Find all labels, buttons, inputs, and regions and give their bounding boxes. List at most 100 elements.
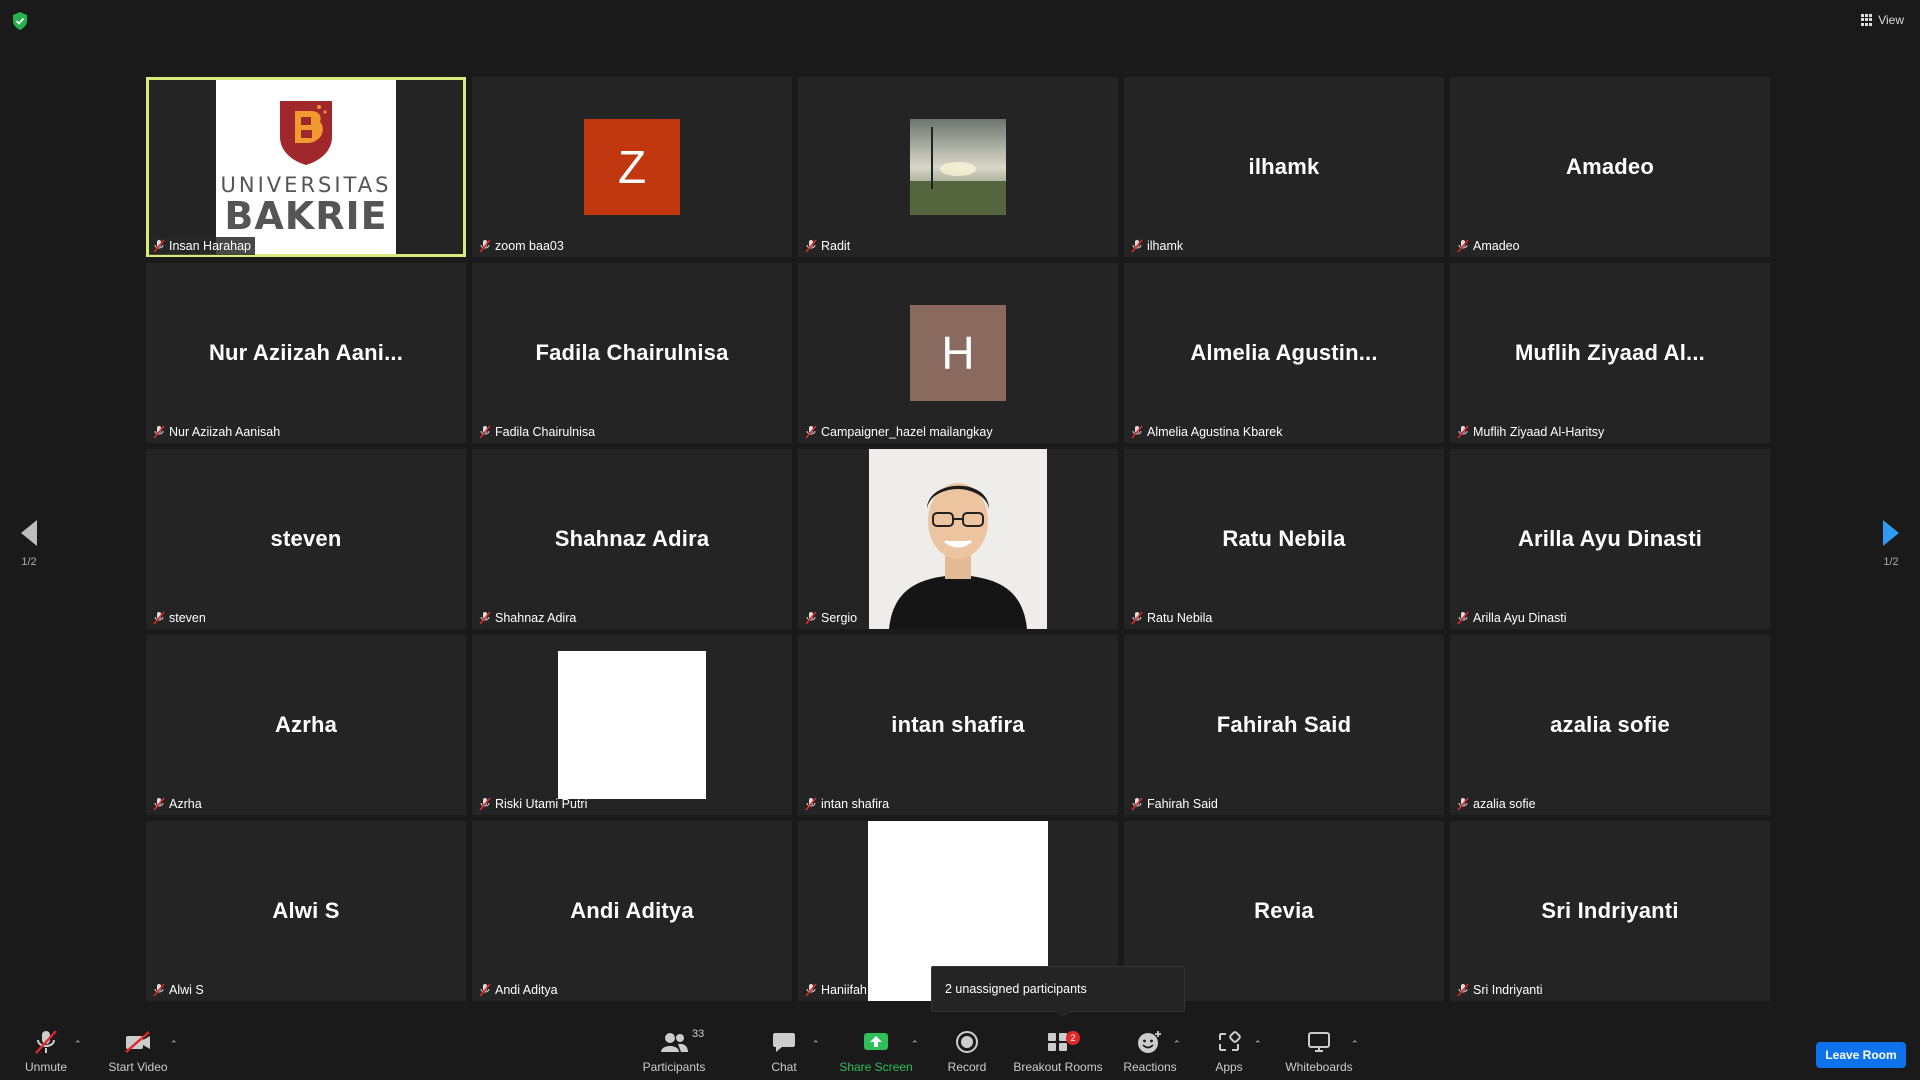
participant-name: Sri Indriyanti <box>1473 983 1543 997</box>
participant-tile[interactable]: Riski Utami Putri <box>472 635 792 815</box>
participant-name-tag: Sri Indriyanti <box>1453 981 1546 999</box>
previous-page-button[interactable]: 1/2 <box>17 520 41 568</box>
breakout-rooms-badge: 2 <box>1066 1031 1080 1045</box>
grid-view-icon <box>1861 14 1873 26</box>
start-video-button[interactable]: Start Video <box>106 1024 170 1074</box>
participant-tile[interactable]: ilhamk ilhamk <box>1124 77 1444 257</box>
participant-name-tag: Muflih Ziyaad Al-Haritsy <box>1453 423 1608 441</box>
next-page-button[interactable]: 1/2 <box>1879 520 1903 568</box>
mic-off-icon <box>805 425 817 439</box>
participant-name: zoom baa03 <box>495 239 564 253</box>
record-label: Record <box>947 1060 987 1074</box>
share-options-caret[interactable]: ⌃ <box>911 1039 919 1050</box>
mic-off-icon <box>479 611 491 625</box>
participant-tile[interactable]: Shahnaz Adira Shahnaz Adira <box>472 449 792 629</box>
whiteboards-options-caret[interactable]: ⌃ <box>1351 1039 1359 1050</box>
record-button[interactable]: Record <box>948 1024 986 1074</box>
apps-label: Apps <box>1215 1060 1243 1074</box>
participant-tile[interactable]: UNIVERSITAS BAKRIE Insan Harahap <box>146 77 466 257</box>
whiteboards-button[interactable]: Whiteboards <box>1284 1024 1354 1074</box>
view-button[interactable]: View <box>1861 10 1904 30</box>
participant-tile[interactable]: Nur Aziizah Aani... Nur Aziizah Aanisah <box>146 263 466 443</box>
participant-name-tag: Riski Utami Putri <box>475 795 591 813</box>
apps-button[interactable]: Apps <box>1213 1024 1245 1074</box>
reactions-options-caret[interactable]: ⌃ <box>1173 1039 1181 1050</box>
security-shield-icon[interactable] <box>12 12 28 30</box>
mic-off-icon <box>479 983 491 997</box>
audio-options-caret[interactable]: ⌃ <box>74 1039 82 1050</box>
breakout-rooms-button[interactable]: 2 Breakout Rooms <box>1013 1024 1103 1074</box>
participant-name-tag: Radit <box>801 237 854 255</box>
participant-name: Arilla Ayu Dinasti <box>1473 611 1567 625</box>
mic-off-icon <box>805 611 817 625</box>
participant-name-tag: Almelia Agustina Kbarek <box>1127 423 1287 441</box>
share-screen-label: Share Screen <box>839 1060 913 1074</box>
participant-tile[interactable]: Z zoom baa03 <box>472 77 792 257</box>
participants-label: Participants <box>642 1060 706 1074</box>
participant-display-name: Shahnaz Adira <box>554 526 710 551</box>
share-screen-icon <box>864 1033 888 1050</box>
chat-button[interactable]: Chat <box>768 1024 800 1074</box>
participant-name-tag: Azrha <box>149 795 206 813</box>
participant-tile[interactable]: Fadila Chairulnisa Fadila Chairulnisa <box>472 263 792 443</box>
participant-tile[interactable]: Sri Indriyanti Sri Indriyanti <box>1450 821 1770 1001</box>
participant-display-name: azalia sofie <box>1550 712 1670 737</box>
participants-count: 33 <box>692 1028 705 1040</box>
participant-name-tag: Shahnaz Adira <box>475 609 580 627</box>
participant-name-tag: Ratu Nebila <box>1127 609 1216 627</box>
participant-name: Andi Aditya <box>495 983 558 997</box>
participant-name: Insan Harahap <box>169 239 252 253</box>
mic-off-icon <box>1457 611 1469 625</box>
breakout-rooms-label: Breakout Rooms <box>1013 1060 1103 1074</box>
participant-display-name: steven <box>270 526 342 551</box>
participant-tile[interactable]: Almelia Agustin... Almelia Agustina Kbar… <box>1124 263 1444 443</box>
participant-tile[interactable]: Amadeo Amadeo <box>1450 77 1770 257</box>
participant-name: Fahirah Said <box>1147 797 1218 811</box>
participant-tile[interactable]: Muflih Ziyaad Al... Muflih Ziyaad Al-Har… <box>1450 263 1770 443</box>
participant-tile[interactable]: Sergio <box>798 449 1118 629</box>
universitas-bakrie-logo: UNIVERSITAS BAKRIE <box>216 77 396 257</box>
mic-off-icon <box>1131 797 1143 811</box>
avatar: Z <box>584 119 680 215</box>
video-off-icon <box>125 1031 150 1053</box>
participant-tile[interactable]: Fahirah Said Fahirah Said <box>1124 635 1444 815</box>
mic-off-icon <box>805 797 817 811</box>
participant-tile[interactable]: Ratu Nebila Ratu Nebila <box>1124 449 1444 629</box>
participant-name-tag: ilhamk <box>1127 237 1187 255</box>
unmute-button[interactable]: Unmute <box>22 1024 70 1074</box>
participant-name-tag: Fadila Chairulnisa <box>475 423 599 441</box>
participant-tile[interactable]: Radit <box>798 77 1118 257</box>
participant-tile[interactable]: azalia sofie azalia sofie <box>1450 635 1770 815</box>
leave-room-button[interactable]: Leave Room <box>1816 1042 1906 1068</box>
mic-off-icon <box>153 797 165 811</box>
mic-off-icon <box>1131 611 1143 625</box>
share-screen-button[interactable]: Share Screen <box>839 1024 913 1074</box>
apps-options-caret[interactable]: ⌃ <box>1254 1039 1262 1050</box>
meeting-controls-toolbar: Unmute ⌃ Start Video ⌃ 33 Participants C… <box>0 1016 1920 1080</box>
participant-tile[interactable]: H Campaigner_hazel mailangkay <box>798 263 1118 443</box>
participant-name-tag: Arilla Ayu Dinasti <box>1453 609 1571 627</box>
participant-tile[interactable]: Alwi S Alwi S <box>146 821 466 1001</box>
video-feed-blank <box>558 651 706 799</box>
participant-name-tag: intan shafira <box>801 795 893 813</box>
record-icon <box>956 1031 978 1053</box>
participant-tile[interactable]: Andi Aditya Andi Aditya <box>472 821 792 1001</box>
participant-tile[interactable]: intan shafira intan shafira <box>798 635 1118 815</box>
participant-name: ilhamk <box>1147 239 1184 253</box>
participants-button[interactable]: 33 Participants <box>641 1024 707 1074</box>
unmute-label: Unmute <box>24 1060 68 1074</box>
video-options-caret[interactable]: ⌃ <box>170 1039 178 1050</box>
reactions-button[interactable]: Reactions <box>1123 1024 1177 1074</box>
participant-name: Almelia Agustina Kbarek <box>1147 425 1283 439</box>
participant-name: Alwi S <box>169 983 204 997</box>
participant-name-tag: Amadeo <box>1453 237 1524 255</box>
tooltip-text: 2 unassigned participants <box>945 982 1087 996</box>
chat-label: Chat <box>771 1060 797 1074</box>
mic-off-icon <box>479 797 491 811</box>
participant-tile[interactable]: Azrha Azrha <box>146 635 466 815</box>
chat-options-caret[interactable]: ⌃ <box>812 1039 820 1050</box>
participant-tile[interactable]: Arilla Ayu Dinasti Arilla Ayu Dinasti <box>1450 449 1770 629</box>
participant-tile[interactable]: steven steven <box>146 449 466 629</box>
participant-display-name: Azrha <box>274 712 338 737</box>
page-indicator-right: 1/2 <box>1883 556 1899 568</box>
